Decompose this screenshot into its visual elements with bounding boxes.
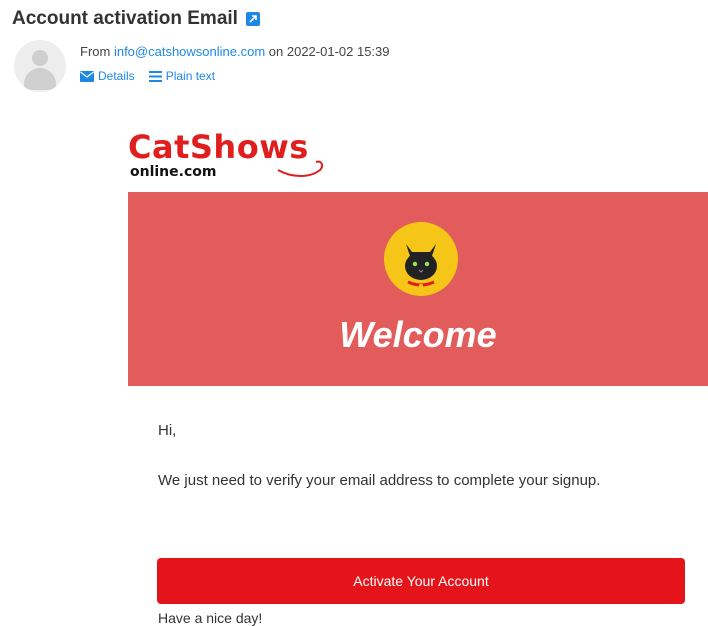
logo-swoosh-icon — [277, 160, 324, 177]
email-title-row: Account activation Email — [12, 8, 260, 30]
email-header: From info@catshowsonline.com on 2022-01-… — [14, 40, 694, 96]
envelope-icon — [80, 70, 94, 82]
date-prefix: on — [265, 44, 287, 59]
welcome-heading: Welcome — [339, 314, 497, 355]
sender-avatar-icon — [14, 40, 66, 92]
plain-text-link[interactable]: Plain text — [148, 69, 216, 83]
greeting-text: Hi, — [158, 422, 177, 439]
email-date: 2022-01-02 15:39 — [286, 44, 390, 59]
email-body: CatShows online.com Welcome Hi, We just … — [128, 128, 708, 626]
details-link[interactable]: Details — [80, 69, 135, 83]
from-prefix: From — [80, 44, 114, 59]
lines-icon — [148, 70, 162, 82]
sender-email-link[interactable]: info@catshowsonline.com — [114, 44, 265, 59]
activate-account-button[interactable]: Activate Your Account — [157, 558, 685, 604]
email-title: Account activation Email — [12, 8, 238, 29]
meta-links: Details Plain text — [80, 69, 215, 83]
details-label: Details — [98, 69, 135, 83]
brand-logo[interactable]: CatShows online.com — [128, 128, 328, 186]
logo-sub-text: online.com — [130, 164, 217, 180]
welcome-banner: Welcome — [128, 192, 708, 386]
plain-text-label: Plain text — [165, 69, 216, 83]
from-line: From info@catshowsonline.com on 2022-01-… — [80, 44, 390, 59]
cat-face-icon — [384, 222, 458, 296]
edit-icon[interactable] — [245, 12, 260, 26]
verification-message: We just need to verify your email addres… — [158, 472, 601, 489]
